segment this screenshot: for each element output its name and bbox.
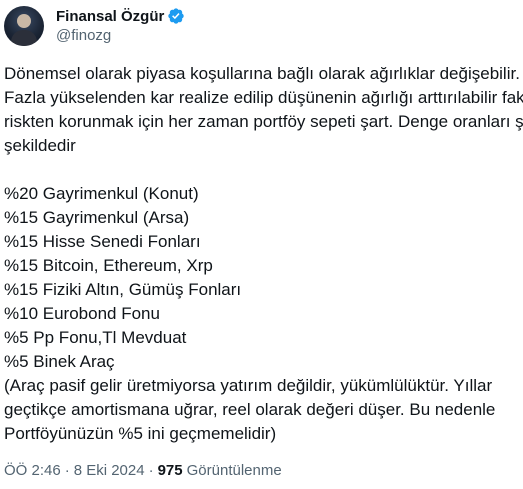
tweet-line: Fazla yükselenden kar realize edilip düş… (4, 88, 523, 107)
name-row: Finansal Özgür (56, 6, 185, 26)
views-label: Görüntülenme (186, 462, 282, 479)
tweet-line: geçtikçe amortismana uğrar, reel olarak … (4, 400, 496, 419)
meta-separator: · (64, 462, 70, 479)
tweet-date[interactable]: 8 Eki 2024 (74, 462, 145, 479)
allocation-line: %15 Fiziki Altın, Gümüş Fonları (4, 280, 242, 299)
author-display-name[interactable]: Finansal Özgür (56, 8, 164, 25)
meta-separator: · (148, 462, 154, 479)
tweet-line: şekildedir (4, 136, 76, 155)
tweet-text: Dönemsel olarak piyasa koşullarına bağlı… (4, 62, 523, 446)
avatar[interactable] (4, 6, 44, 46)
tweet-header: Finansal Özgür @finozg (4, 4, 185, 48)
tweet-line: (Araç pasif gelir üretmiyorsa yatırım de… (4, 376, 493, 395)
allocation-line: %15 Bitcoin, Ethereum, Xrp (4, 256, 213, 275)
tweet-card: Finansal Özgür @finozg Dönemsel olarak p… (0, 0, 523, 489)
author-names: Finansal Özgür @finozg (56, 6, 185, 46)
verified-badge-icon (167, 7, 185, 25)
allocation-line: %5 Pp Fonu,Tl Mevduat (4, 328, 187, 347)
author-handle[interactable]: @finozg (56, 26, 185, 46)
tweet-line: riskten korunmak için her zaman portföy … (4, 112, 523, 131)
allocation-line: %5 Binek Araç (4, 352, 115, 371)
tweet-line: Dönemsel olarak piyasa koşullarına bağlı… (4, 64, 520, 83)
allocation-line: %20 Gayrimenkul (Konut) (4, 184, 199, 203)
tweet-line: Portföyünüzün %5 ini geçmemelidir) (4, 424, 277, 443)
tweet-time[interactable]: ÖÖ 2:46 (4, 462, 61, 479)
views-count: 975 (157, 462, 183, 479)
allocation-line: %15 Gayrimenkul (Arsa) (4, 208, 190, 227)
tweet-meta: ÖÖ 2:46 · 8 Eki 2024 · 975 Görüntülenme (4, 462, 282, 479)
allocation-line: %15 Hisse Senedi Fonları (4, 232, 201, 251)
allocation-line: %10 Eurobond Fonu (4, 304, 160, 323)
